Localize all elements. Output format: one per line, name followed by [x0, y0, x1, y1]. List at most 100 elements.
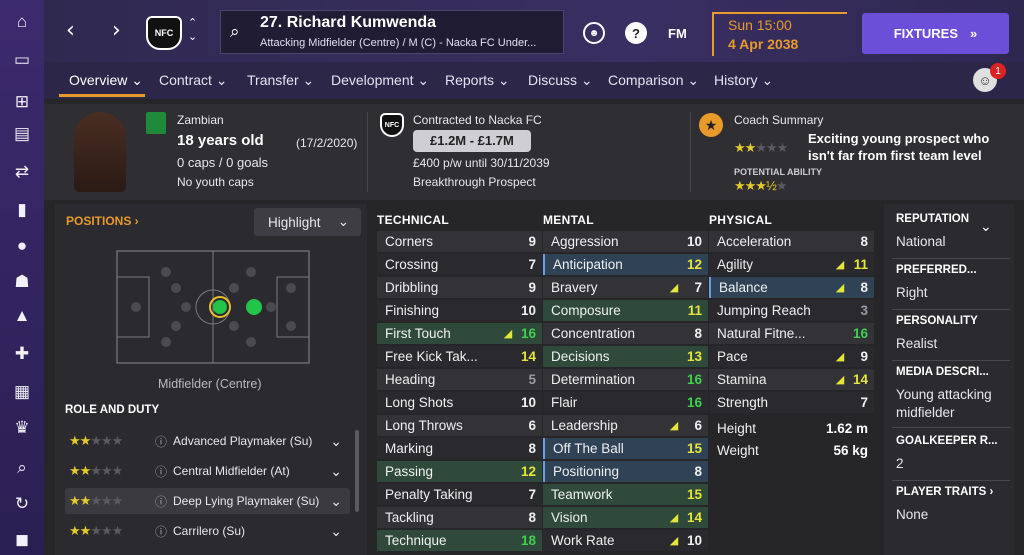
attribute-value: 7	[694, 280, 702, 295]
medical-icon[interactable]: ✚	[8, 340, 36, 368]
attribute-row[interactable]: Free Kick Tak... 14	[377, 346, 542, 367]
club-icon[interactable]: ◼	[8, 526, 36, 554]
squad-icon[interactable]: ⊞	[8, 88, 36, 116]
staff-icon[interactable]: ☗	[8, 268, 36, 296]
role-scrollbar[interactable]	[355, 430, 359, 512]
divider	[690, 112, 691, 192]
zambia-flag-icon	[146, 112, 166, 134]
attribute-name: Off The Ball	[553, 441, 624, 456]
skull-icon[interactable]: ☻	[583, 22, 605, 44]
info-icon[interactable]: ⓘ	[155, 463, 167, 480]
attribute-row[interactable]: Stamina ◢ 14	[709, 369, 874, 390]
player-value: £1.2M - £1.7M	[430, 133, 514, 148]
role-row[interactable]: ★★★★★ ⓘ Carrilero (Su) ⌄	[65, 518, 350, 544]
attribute-value: 9	[528, 234, 536, 249]
attribute-row[interactable]: Flair 16	[543, 392, 708, 413]
back-button[interactable]: ‹	[66, 18, 75, 43]
attribute-row[interactable]: Anticipation 12	[543, 254, 708, 275]
attribute-row[interactable]: Heading 5	[377, 369, 542, 390]
attribute-row[interactable]: Crossing 7	[377, 254, 542, 275]
attribute-row[interactable]: Natural Fitne... 16	[709, 323, 874, 344]
attribute-row[interactable]: Long Shots 10	[377, 392, 542, 413]
transfers-icon[interactable]: ⇄	[8, 158, 36, 186]
attribute-row[interactable]: Penalty Taking 7	[377, 484, 542, 505]
attribute-row[interactable]: Bravery ◢ 7	[543, 277, 708, 298]
tab-contract[interactable]: Contract ⌄	[159, 72, 228, 89]
attribute-row[interactable]: Balance ◢ 8	[709, 277, 874, 298]
home-icon[interactable]: ⌂	[8, 8, 36, 36]
attribute-row[interactable]: Acceleration 8	[709, 231, 874, 252]
attribute-row[interactable]: Marking 8	[377, 438, 542, 459]
attribute-row[interactable]: Decisions 13	[543, 346, 708, 367]
attribute-row[interactable]: Vision ◢ 14	[543, 507, 708, 528]
tab-transfer[interactable]: Transfer ⌄	[247, 72, 314, 89]
info-icon[interactable]: ⓘ	[155, 433, 167, 450]
attribute-row[interactable]: Strength 7	[709, 392, 874, 413]
attribute-name: Composure	[551, 303, 621, 318]
attribute-row[interactable]: Technique 18	[377, 530, 542, 551]
chevron-down-icon[interactable]: ⌄	[330, 433, 342, 450]
attribute-row[interactable]: Teamwork 15	[543, 484, 708, 505]
highlight-dropdown[interactable]: Highlight ⌄	[254, 208, 361, 236]
chevron-down-icon[interactable]: ⌄	[330, 463, 342, 480]
role-row[interactable]: ★★★★★ ⓘ Advanced Playmaker (Su) ⌄	[65, 428, 350, 454]
inbox-icon[interactable]: ▭	[8, 46, 36, 74]
calendar-icon[interactable]: ▦	[8, 378, 36, 406]
attribute-row[interactable]: Passing 12	[377, 461, 542, 482]
trophy-icon[interactable]: ♛	[8, 414, 36, 442]
attribute-name: Aggression	[551, 234, 619, 249]
wage-info: £400 p/w until 30/11/2039	[413, 156, 550, 170]
tab-discuss[interactable]: Discuss ⌄	[528, 72, 593, 89]
role-row[interactable]: ★★★★★ ⓘ Deep Lying Playmaker (Su) ⌄	[65, 488, 350, 514]
role-row[interactable]: ★★★★★ ⓘ Central Midfielder (At) ⌄	[65, 458, 350, 484]
attribute-row[interactable]: Finishing 10	[377, 300, 542, 321]
tab-comparison[interactable]: Comparison ⌄	[608, 72, 699, 89]
chevron-up-down-icon[interactable]: ⌃ ⌄	[188, 16, 197, 44]
info-icon[interactable]: ⓘ	[155, 493, 167, 510]
attribute-row[interactable]: Tackling 8	[377, 507, 542, 528]
prospect-label: Breakthrough Prospect	[413, 175, 536, 189]
info-heading[interactable]: PLAYER TRAITS ›	[896, 486, 993, 498]
tactics-icon[interactable]: ▮	[8, 196, 36, 224]
positions-title[interactable]: POSITIONS ›	[66, 214, 139, 228]
chevron-down-icon[interactable]: ⌄	[330, 523, 342, 540]
refresh-icon[interactable]: ↻	[8, 490, 36, 518]
training-icon[interactable]: ▲	[8, 302, 36, 330]
attribute-row[interactable]: Pace ◢ 9	[709, 346, 874, 367]
club-crest[interactable]: NFC	[146, 16, 182, 50]
search-icon[interactable]: ⌕	[230, 22, 240, 42]
attribute-row[interactable]: Long Throws 6	[377, 415, 542, 436]
attribute-row[interactable]: Jumping Reach 3	[709, 300, 874, 321]
attribute-row[interactable]: Positioning 8	[543, 461, 708, 482]
attribute-row[interactable]: Work Rate ◢ 10	[543, 530, 708, 551]
attribute-row[interactable]: Leadership ◢ 6	[543, 415, 708, 436]
attribute-row[interactable]: Corners 9	[377, 231, 542, 252]
info-icon[interactable]: ⓘ	[155, 523, 167, 540]
attribute-row[interactable]: Agility ◢ 11	[709, 254, 874, 275]
attribute-row[interactable]: Dribbling 9	[377, 277, 542, 298]
forward-button[interactable]: ›	[112, 18, 121, 43]
tab-development[interactable]: Development ⌄	[331, 72, 429, 89]
fm-logo[interactable]: FM	[668, 26, 687, 41]
active-tab-indicator	[59, 94, 145, 97]
tab-reports[interactable]: Reports ⌄	[445, 72, 510, 89]
attribute-row[interactable]: Composure 11	[543, 300, 708, 321]
info-heading[interactable]: REPUTATION	[896, 213, 969, 225]
tab-history[interactable]: History ⌄	[714, 72, 773, 89]
chevron-down-icon[interactable]: ⌄	[330, 493, 342, 510]
clipboard-icon[interactable]: ▤	[8, 120, 36, 148]
search-icon[interactable]: ⌕	[8, 454, 36, 482]
help-icon[interactable]: ?	[625, 22, 647, 44]
attribute-row[interactable]: Aggression 10	[543, 231, 708, 252]
attribute-value: 3	[860, 303, 868, 318]
attribute-row[interactable]: First Touch ◢ 16	[377, 323, 542, 344]
attribute-name: Dribbling	[385, 280, 439, 295]
ball-icon[interactable]: ●	[8, 232, 36, 260]
fixtures-button[interactable]: FIXTURES »	[862, 13, 1009, 54]
attribute-row[interactable]: Concentration 8	[543, 323, 708, 344]
info-panel	[884, 204, 1014, 555]
tab-overview[interactable]: Overview ⌄	[69, 72, 143, 89]
attribute-row[interactable]: Determination 16	[543, 369, 708, 390]
attribute-name: Anticipation	[553, 257, 623, 272]
attribute-row[interactable]: Off The Ball 15	[543, 438, 708, 459]
